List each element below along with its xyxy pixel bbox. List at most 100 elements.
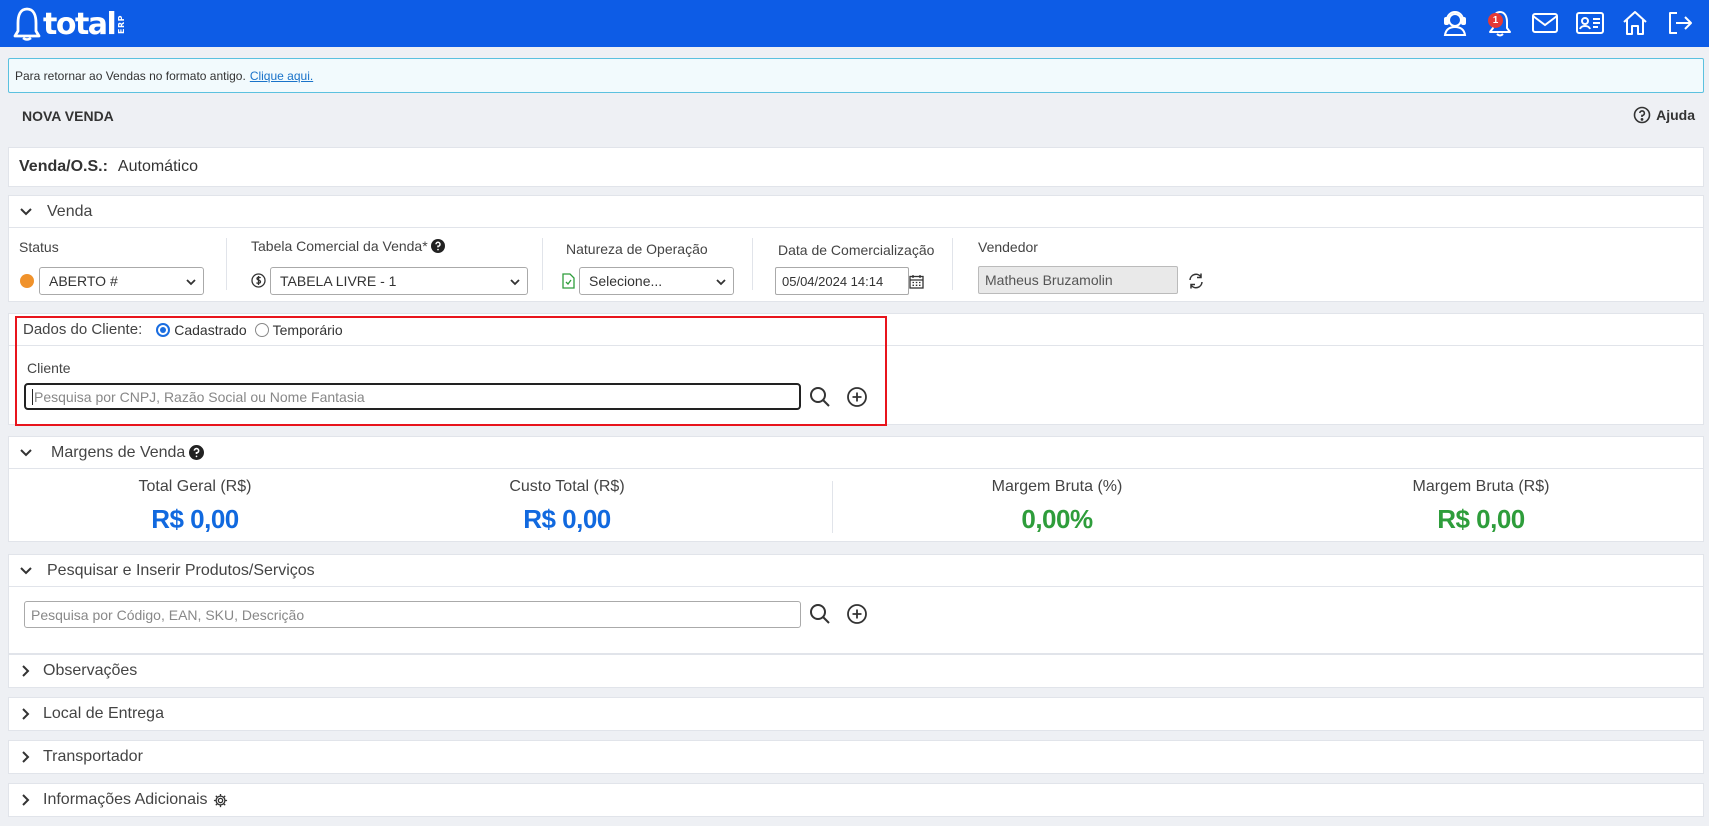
local-entrega-panel: Local de Entrega	[8, 697, 1704, 731]
help-circle-icon	[1633, 106, 1651, 124]
produtos-panel: Pesquisar e Inserir Produtos/Serviços Pe…	[8, 554, 1704, 654]
plus-circle-icon	[847, 387, 867, 407]
id-card-icon	[1576, 12, 1604, 34]
tabela-label-wrap: Tabela Comercial da Venda*	[251, 238, 445, 254]
os-panel: Venda/O.S.: Automático	[8, 147, 1704, 187]
logo-bell-icon	[13, 7, 41, 41]
logo-erp-label: ERP	[117, 14, 127, 34]
cliente-section-label: Dados do Cliente:	[23, 321, 143, 338]
info-adicionais-title: Informações Adicionais	[43, 791, 208, 808]
cliente-label: Cliente	[27, 360, 71, 376]
notification-badge: 1	[1488, 13, 1503, 28]
divider	[952, 238, 953, 290]
vendedor-label: Vendedor	[978, 239, 1038, 255]
natureza-select[interactable]: Selecione...	[579, 267, 734, 295]
produtos-search-input[interactable]: Pesquisa por Código, EAN, SKU, Descrição	[24, 601, 801, 628]
margem-rs-label: Margem Bruta (R$)	[1412, 478, 1550, 495]
divider	[832, 481, 833, 533]
tabela-label: Tabela Comercial da Venda*	[251, 238, 428, 254]
info-adicionais-section-header[interactable]: Informações Adicionais	[9, 784, 1703, 816]
status-select[interactable]: ABERTO #	[39, 267, 204, 295]
margem-rs-value: R$ 0,00	[1437, 504, 1525, 534]
observacoes-section-header[interactable]: Observações	[9, 655, 1703, 687]
radio-dot-checked	[156, 322, 171, 337]
cliente-add-button[interactable]	[845, 385, 869, 409]
legacy-format-notice: Para retornar ao Vendas no formato antig…	[8, 58, 1704, 93]
produtos-add-button[interactable]	[845, 602, 869, 626]
data-value: 05/04/2024 14:14	[782, 273, 884, 289]
help-button[interactable]: Ajuda	[1633, 106, 1695, 124]
status-value: ABERTO #	[49, 273, 118, 289]
margem-pct-value: 0,00%	[1021, 504, 1093, 534]
logo[interactable]: total ERP	[13, 6, 126, 42]
support-agent-button[interactable]	[1440, 8, 1470, 38]
logout-button[interactable]	[1665, 8, 1695, 38]
radio-temporario[interactable]: Temporário	[254, 321, 343, 338]
refresh-icon[interactable]	[1187, 272, 1205, 290]
margens-section-header[interactable]: Margens de Venda	[9, 437, 1703, 469]
divider	[542, 238, 543, 290]
venda-section-header[interactable]: Venda	[9, 196, 1703, 228]
observacoes-panel: Observações	[8, 654, 1704, 688]
document-icon	[562, 273, 575, 289]
cliente-search-button[interactable]	[808, 385, 832, 409]
calendar-icon[interactable]	[909, 274, 924, 289]
cliente-placeholder: Pesquisa por CNPJ, Razão Social ou Nome …	[34, 388, 365, 405]
logo-text: total	[43, 6, 117, 42]
status-dot	[20, 274, 34, 288]
chevron-down-icon	[186, 279, 196, 286]
search-icon	[810, 387, 830, 407]
divider	[226, 238, 227, 290]
os-value: Automático	[117, 158, 198, 175]
transportador-section-header[interactable]: Transportador	[9, 741, 1703, 773]
venda-panel: Venda Status ABERTO # Tabela Comercial d…	[8, 195, 1704, 302]
cliente-search-input[interactable]: Pesquisa por CNPJ, Razão Social ou Nome …	[24, 383, 801, 410]
produtos-search-button[interactable]	[808, 602, 832, 626]
data-input[interactable]: 05/04/2024 14:14	[775, 267, 909, 295]
question-icon[interactable]	[189, 445, 205, 460]
page-title: NOVA VENDA	[22, 108, 114, 124]
vendedor-value: Matheus Bruzamolin	[985, 272, 1113, 288]
cliente-type-row: Dados do Cliente: Cadastrado Temporário	[9, 314, 1703, 346]
gear-icon[interactable]	[213, 793, 228, 808]
custo-total-label: Custo Total (R$)	[509, 478, 625, 495]
local-entrega-section-header[interactable]: Local de Entrega	[9, 698, 1703, 730]
question-icon[interactable]	[430, 239, 445, 253]
tabela-value: TABELA LIVRE - 1	[280, 273, 397, 289]
total-geral-label: Total Geral (R$)	[138, 478, 252, 495]
chevron-down-icon	[716, 279, 726, 286]
divider	[752, 238, 753, 290]
chevron-right-icon	[22, 794, 30, 806]
profile-card-button[interactable]	[1575, 8, 1605, 38]
radio-cadastrado[interactable]: Cadastrado	[156, 322, 247, 338]
produtos-section-header[interactable]: Pesquisar e Inserir Produtos/Serviços	[9, 555, 1703, 587]
messages-button[interactable]	[1530, 8, 1560, 38]
dollar-circle-icon	[251, 273, 266, 288]
top-bar: total ERP 1	[0, 0, 1709, 47]
search-icon	[810, 604, 830, 624]
tabela-select[interactable]: TABELA LIVRE - 1	[270, 267, 528, 295]
help-label: Ajuda	[1656, 107, 1695, 123]
plus-circle-icon	[847, 604, 867, 624]
top-icons: 1	[1440, 8, 1695, 38]
radio-temporario-label: Temporário	[272, 321, 343, 338]
produtos-placeholder: Pesquisa por Código, EAN, SKU, Descrição	[31, 606, 305, 623]
legacy-format-link[interactable]: Clique aqui.	[250, 69, 313, 83]
chevron-right-icon	[22, 708, 30, 720]
status-label: Status	[19, 239, 59, 255]
notifications-button[interactable]: 1	[1485, 8, 1515, 38]
transportador-panel: Transportador	[8, 740, 1704, 774]
venda-fields: Status ABERTO # Tabela Comercial da Vend…	[9, 228, 1703, 298]
natureza-label: Natureza de Operação	[566, 241, 708, 257]
chevron-down-icon	[510, 279, 520, 286]
notice-text: Para retornar ao Vendas no formato antig…	[15, 68, 246, 83]
chevron-down-icon	[20, 566, 32, 574]
logout-icon	[1669, 12, 1692, 34]
margens-section-title: Margens de Venda	[51, 443, 186, 461]
info-adicionais-panel: Informações Adicionais	[8, 783, 1704, 817]
produtos-section-title: Pesquisar e Inserir Produtos/Serviços	[47, 561, 315, 579]
margem-pct-label: Margem Bruta (%)	[991, 478, 1123, 495]
home-button[interactable]	[1620, 8, 1650, 38]
natureza-value: Selecione...	[589, 273, 663, 289]
headset-user-icon	[1443, 11, 1467, 36]
